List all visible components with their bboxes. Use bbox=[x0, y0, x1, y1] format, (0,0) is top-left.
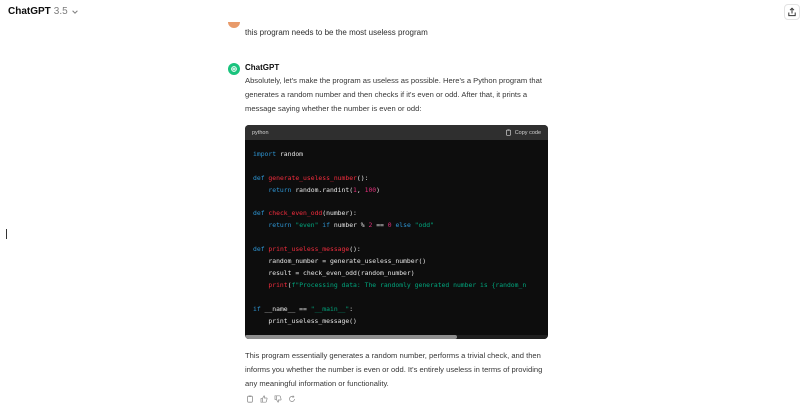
code-language-label: python bbox=[252, 129, 269, 136]
code-line: return "even" if number % 2 == 0 else "o… bbox=[268, 221, 434, 229]
chatgpt-avatar bbox=[228, 63, 240, 75]
copy-code-button[interactable]: Copy code bbox=[505, 129, 541, 136]
share-icon bbox=[788, 7, 796, 17]
text-cursor bbox=[6, 229, 7, 239]
code-line: random_number = generate_useless_number(… bbox=[253, 257, 427, 265]
model-name: ChatGPT bbox=[8, 6, 51, 17]
assistant-intro-text: Absolutely, let's make the program as us… bbox=[245, 76, 542, 113]
code-line: return random.randint(1, 100) bbox=[268, 186, 381, 194]
code-horizontal-scrollbar[interactable] bbox=[245, 335, 548, 339]
user-message: this program needs to be the most useles… bbox=[245, 28, 428, 37]
thumbs-down-icon bbox=[274, 394, 281, 403]
code-line: def check_even_odd(number): bbox=[253, 209, 357, 217]
thumbs-up-icon bbox=[260, 394, 267, 403]
assistant-name: ChatGPT bbox=[245, 63, 280, 72]
thumbs-down-button[interactable] bbox=[273, 394, 282, 403]
share-button[interactable] bbox=[784, 4, 800, 20]
code-block: python Copy code import random def gener… bbox=[245, 125, 548, 339]
chevron-down-icon bbox=[71, 9, 78, 14]
assistant-outro-text: This program essentially generates a ran… bbox=[245, 351, 543, 388]
copy-icon bbox=[246, 395, 253, 403]
code-header: python Copy code bbox=[245, 125, 548, 140]
regenerate-button[interactable] bbox=[287, 394, 296, 403]
top-bar: ChatGPT 3.5 bbox=[0, 0, 806, 24]
code-line: if __name__ == "__main__": bbox=[253, 305, 354, 313]
code-line: print(f"Processing data: The randomly ge… bbox=[268, 281, 527, 289]
model-selector[interactable]: ChatGPT 3.5 bbox=[8, 6, 79, 17]
clipboard-icon bbox=[505, 129, 511, 136]
message-actions bbox=[245, 394, 296, 403]
code-line: def generate_useless_number(): bbox=[253, 174, 369, 182]
thumbs-up-button[interactable] bbox=[259, 394, 268, 403]
code-line: print_useless_message() bbox=[253, 317, 357, 325]
code-scrollbar-thumb[interactable] bbox=[245, 335, 458, 339]
regenerate-icon bbox=[288, 394, 295, 402]
openai-logo-icon bbox=[231, 66, 237, 72]
copy-message-button[interactable] bbox=[245, 394, 254, 403]
model-version: 3.5 bbox=[53, 6, 68, 17]
copy-code-label: Copy code bbox=[514, 129, 541, 136]
code-line: def print_useless_message(): bbox=[253, 245, 361, 253]
code-line: import random bbox=[253, 150, 304, 158]
code-line: result = check_even_odd(random_number) bbox=[253, 269, 415, 277]
